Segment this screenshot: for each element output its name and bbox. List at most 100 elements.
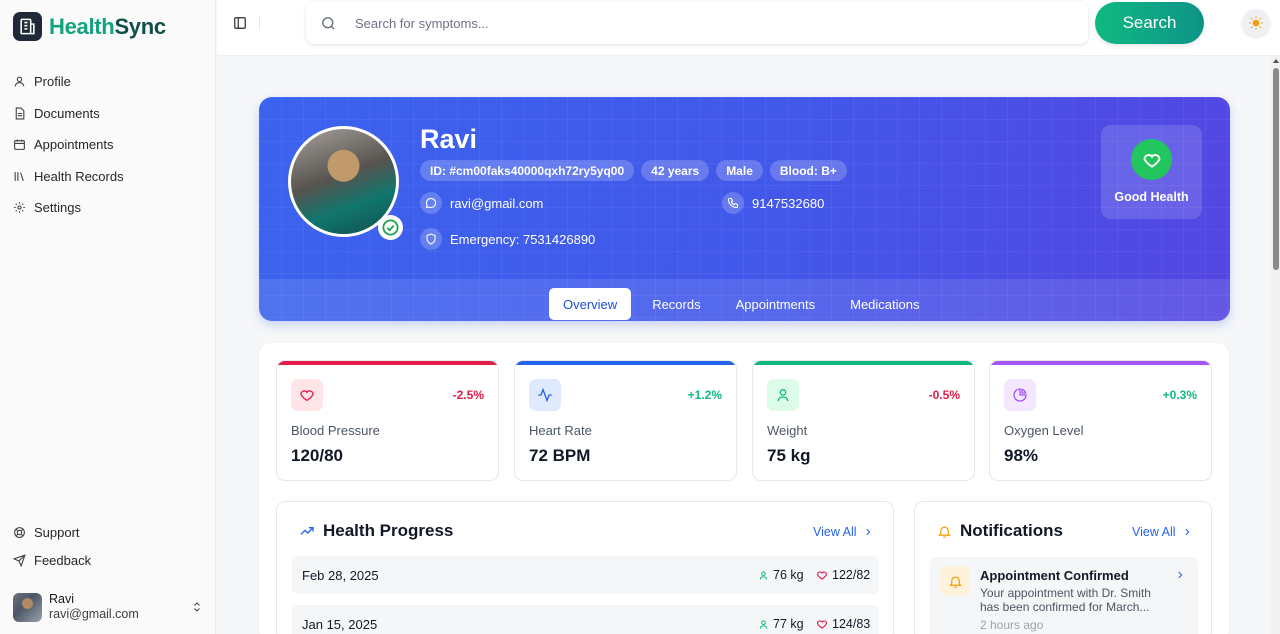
list-item[interactable]: Feb 28, 2025 76 kg 122/82 [292,556,879,594]
health-progress-card: Health Progress View All Feb 28, 2025 76… [276,501,894,634]
message-icon [420,192,442,214]
profile-tabs: Overview Records Appointments Medication… [549,288,940,320]
notification-time: 2 hours ago [980,618,1044,632]
bell-icon [940,566,970,596]
sidebar-item-support[interactable]: Support [13,518,91,546]
sidebar-item-documents[interactable]: Documents [13,98,124,130]
verified-badge [378,215,403,240]
blood-type-chip: Blood: B+ [769,160,847,181]
topbar-divider [259,16,260,30]
activity-icon [529,379,561,411]
hospital-logo-icon [13,12,42,41]
view-all-label: View All [1132,525,1176,539]
brand-name-part1: Health [49,13,115,39]
pie-icon [1004,379,1036,411]
sidebar-item-label: Profile [34,74,71,90]
sidebar-item-feedback[interactable]: Feedback [13,546,91,574]
chevron-up-down-icon [194,602,200,612]
progress-bp: 122/82 [816,568,870,582]
sidebar-item-health-records[interactable]: Health Records [13,161,124,193]
sun-icon [1249,16,1263,30]
avatar [13,592,42,622]
scrollbar-thumb[interactable] [1273,68,1279,270]
tab-records[interactable]: Records [638,288,714,320]
brand-name: HealthSync [49,14,166,40]
stat-value: 75 kg [767,446,811,465]
tab-appointments[interactable]: Appointments [722,288,830,320]
email-contact[interactable]: ravi@gmail.com [420,192,543,214]
user-menu[interactable]: Ravi ravi@gmail.com [13,592,203,622]
progress-weight: 76 kg [758,568,804,582]
stat-accent-bar [277,361,498,365]
card-title: Notifications [937,521,1063,541]
sidebar-item-appointments[interactable]: Appointments [13,129,124,161]
notification-title: Appointment Confirmed [980,568,1129,583]
search-bar [306,2,1088,44]
tab-medications[interactable]: Medications [836,288,933,320]
scroll-up-arrow-icon[interactable] [1273,59,1279,63]
weight-value: 77 kg [773,617,804,631]
user-email: ravi@gmail.com [49,607,139,621]
brand[interactable]: HealthSync [13,12,166,41]
stat-value: 98% [1004,446,1039,465]
user-icon [759,619,768,629]
gender-chip: Male [716,160,763,181]
stat-card-weight[interactable]: -0.5% Weight 75 kg [752,360,975,481]
tab-overview[interactable]: Overview [549,288,632,320]
notifications-card: Notifications View All Appointment Confi… [914,501,1212,634]
progress-bp: 124/83 [816,617,870,631]
card-title: Health Progress [299,521,453,541]
phone-contact[interactable]: 9147532680 [722,192,824,214]
send-icon [13,553,26,567]
theme-toggle-button[interactable] [1242,9,1270,37]
library-icon [14,171,24,181]
calendar-icon [14,139,25,151]
stat-card-oxygen-level[interactable]: +0.3% Oxygen Level 98% [989,360,1212,481]
sidebar-item-label: Support [34,524,80,540]
phone-text: 9147532680 [752,195,825,211]
notification-body: Your appointment with Dr. Smith has been… [980,586,1151,614]
stat-card-heart-rate[interactable]: +1.2% Heart Rate 72 BPM [514,360,737,481]
sidebar: HealthSync Profile Documents Appointment… [0,0,216,634]
stat-accent-bar [515,361,736,365]
stat-card-blood-pressure[interactable]: -2.5% Blood Pressure 120/80 [276,360,499,481]
view-all-notifications-link[interactable]: View All [1132,525,1192,539]
stat-change: -0.5% [928,388,960,402]
profile-chips: ID: #cm00faks40000qxh72ry5yq00 42 years … [420,160,847,181]
shield-icon [420,228,442,250]
stat-value: 120/80 [291,446,343,465]
card-title-text: Notifications [960,521,1063,540]
email-text: ravi@gmail.com [450,195,544,211]
user-icon [767,379,799,411]
sidebar-item-profile[interactable]: Profile [13,66,124,98]
lifebuoy-icon [14,526,25,538]
bp-value: 124/83 [832,617,871,631]
stat-change: +0.3% [1162,388,1197,402]
stat-label: Weight [767,423,808,438]
sidebar-toggle-icon[interactable] [233,16,247,30]
search-icon [322,16,335,30]
phone-icon [722,192,744,214]
sidebar-item-settings[interactable]: Settings [13,192,124,224]
chevron-right-icon [865,528,870,536]
progress-date: Feb 28, 2025 [302,568,379,583]
sidebar-secondary-nav: Support Feedback [13,518,91,574]
emergency-text: Emergency: 7531426890 [450,231,596,247]
search-button[interactable]: Search [1095,2,1204,44]
brand-name-part2: Sync [114,13,166,39]
emergency-contact[interactable]: Emergency: 7531426890 [420,228,595,250]
health-status-label: Good Health [1114,190,1189,204]
weight-value: 76 kg [773,568,804,582]
profile-name: Ravi [420,124,478,154]
list-item[interactable]: Jan 15, 2025 77 kg 124/83 [292,605,879,634]
search-input[interactable] [355,15,1035,31]
sidebar-item-label: Feedback [34,552,92,568]
view-all-progress-link[interactable]: View All [813,525,873,539]
sidebar-item-label: Health Records [34,168,124,184]
progress-weight: 77 kg [758,617,804,631]
sidebar-nav: Profile Documents Appointments Health Re… [13,66,124,224]
stat-change: -2.5% [452,388,484,402]
notification-item[interactable]: Appointment Confirmed Your appointment w… [930,557,1198,634]
sidebar-item-label: Settings [34,200,81,216]
stat-value: 72 BPM [529,446,591,465]
